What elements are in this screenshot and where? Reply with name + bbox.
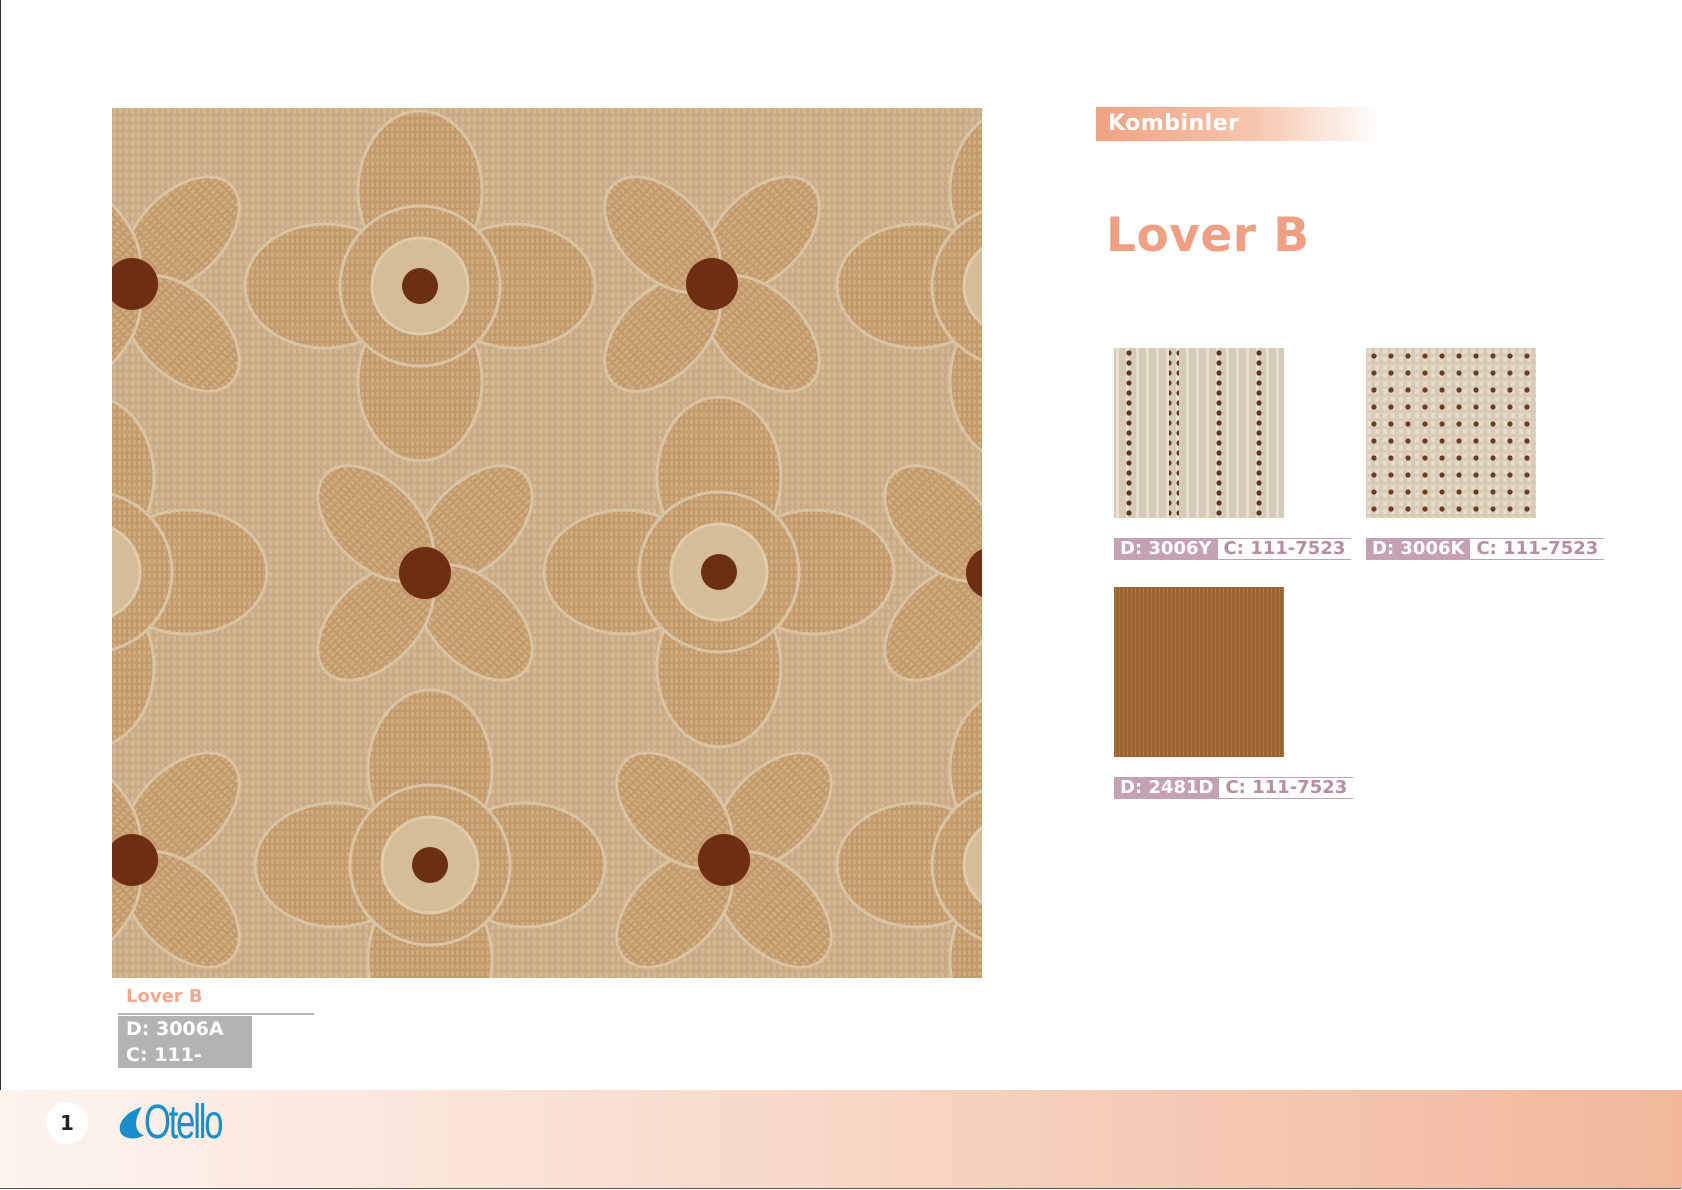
main-color-code: C: 111-7523 xyxy=(126,1044,202,1092)
main-design-code: D: 3006A xyxy=(126,1018,224,1040)
combo-color-code: C: 111-7523 xyxy=(1219,777,1354,799)
footer-band xyxy=(0,1090,1682,1188)
otello-logo-icon xyxy=(119,1107,144,1139)
combo-swatch-stripes xyxy=(1114,348,1284,518)
combo-swatch-plain xyxy=(1114,587,1284,757)
brand-logo: Otello xyxy=(116,1094,251,1150)
combo-design-code: D: 3006Y xyxy=(1114,538,1218,560)
brand-name: Otello xyxy=(144,1095,223,1149)
combo-design-code: D: 3006K xyxy=(1366,538,1471,560)
product-title: Lover B xyxy=(1106,208,1310,263)
section-tag: Kombinler xyxy=(1096,107,1380,141)
combo-color-code: C: 111-7523 xyxy=(1217,538,1352,560)
page-number: 1 xyxy=(46,1102,88,1144)
caption-divider xyxy=(118,1013,314,1015)
combo-label-3: D: 2481D C: 111-7523 xyxy=(1114,777,1354,799)
main-fabric-image xyxy=(112,108,982,978)
combo-design-code: D: 2481D xyxy=(1114,777,1220,799)
combo-color-code: C: 111-7523 xyxy=(1470,538,1605,560)
combo-swatch-dot-grid xyxy=(1366,348,1536,518)
combo-label-2: D: 3006K C: 111-7523 xyxy=(1366,538,1605,560)
main-fabric-name: Lover B xyxy=(126,986,203,1007)
main-fabric-codes: D: 3006A C: 111-7523 xyxy=(118,1016,252,1092)
combo-label-1: D: 3006Y C: 111-7523 xyxy=(1114,538,1352,560)
